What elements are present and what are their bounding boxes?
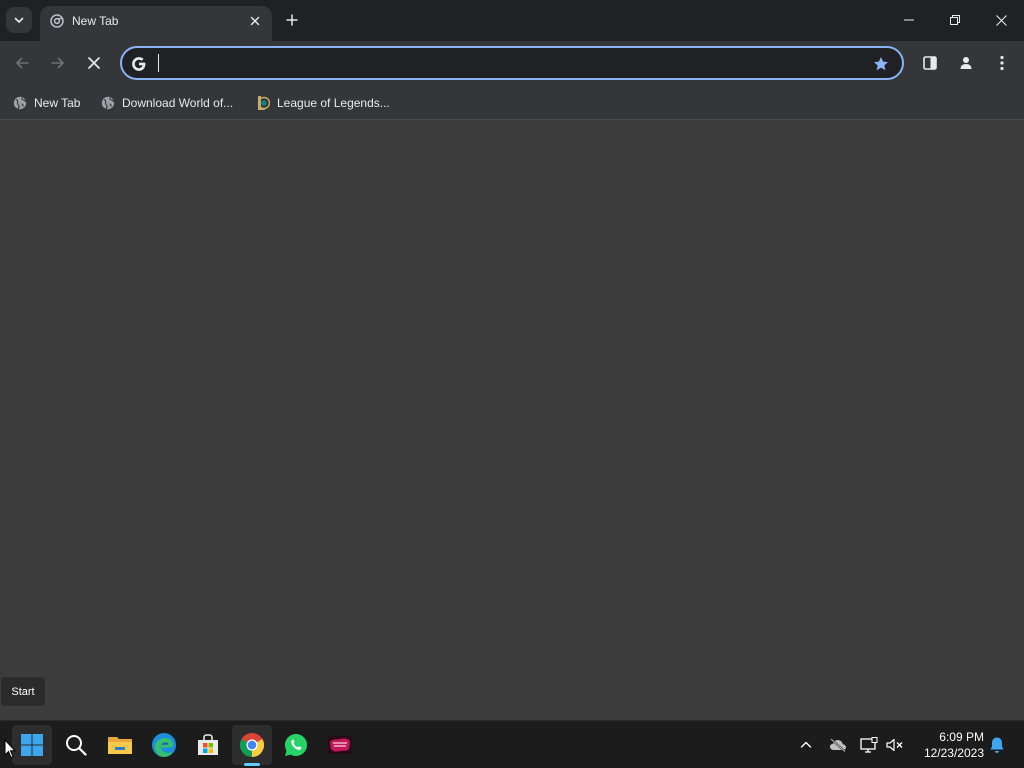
taskbar: 6:09 PM 12/23/2023 [0,720,1024,768]
side-panel-icon [923,56,937,70]
active-app-indicator [244,763,260,766]
restore-icon [950,15,960,25]
minimize-button[interactable] [886,0,932,40]
bookmark-download-world-of[interactable]: Download World of... [94,91,239,115]
league-of-legends-icon [255,95,271,111]
bookmark-label: New Tab [34,96,81,110]
new-tab-button[interactable] [280,8,304,32]
minimize-icon [904,19,914,21]
volume-tray-button[interactable] [883,733,907,757]
tab-title: New Tab [72,14,119,28]
toolbar [0,41,1024,85]
edge-button[interactable] [144,725,184,765]
mouse-cursor-icon [4,739,16,759]
text-caret [158,54,159,72]
clock-time: 6:09 PM [939,730,984,744]
chevron-down-icon [14,17,24,23]
edge-icon [152,733,176,757]
restore-button[interactable] [932,0,978,40]
network-tray-button[interactable] [857,733,881,757]
tab-search-button[interactable] [6,7,32,33]
bookmark-star-button[interactable] [870,53,892,75]
page-content [0,121,1024,720]
microsoft-store-button[interactable] [188,725,228,765]
close-icon [995,14,1007,26]
search-icon [66,735,87,756]
bookmark-label: League of Legends... [277,96,390,110]
bookmark-label: Download World of... [122,96,234,110]
volume-muted-icon [886,738,903,752]
bookmarks-bar: New Tab Download World of... League of L… [0,85,1024,120]
show-hidden-icons-button[interactable] [794,733,818,757]
arrow-right-icon [51,57,64,69]
network-icon [860,737,878,753]
tab-strip: New Tab [0,0,1024,41]
tab-close-button[interactable] [246,12,264,30]
game-app-button[interactable] [320,725,360,765]
globe-icon [100,95,116,111]
back-button[interactable] [6,47,38,79]
google-g-icon [130,55,148,73]
tab-new-tab[interactable]: New Tab [40,6,272,41]
notifications-button[interactable] [985,733,1009,757]
folder-icon [108,737,132,754]
chevron-up-icon [800,741,812,748]
taskbar-clock[interactable]: 6:09 PM 12/23/2023 [912,729,984,761]
profile-button[interactable] [950,47,982,79]
chrome-menu-button[interactable] [986,47,1018,79]
game-icon [328,736,352,754]
person-icon [960,57,972,69]
address-input[interactable] [156,52,856,74]
bookmark-league-of-legends[interactable]: League of Legends... [249,91,396,115]
start-tooltip: Start [0,676,46,707]
close-icon [250,16,260,26]
clock-date: 12/23/2023 [923,746,984,760]
whatsapp-button[interactable] [276,725,316,765]
close-window-button[interactable] [978,0,1024,40]
chrome-newtab-icon [50,14,64,28]
chrome-icon [239,733,265,757]
cloud-offline-icon [830,738,846,752]
address-bar[interactable] [120,46,904,80]
windows-logo-icon [21,734,43,756]
start-button[interactable] [12,725,52,765]
arrow-left-icon [16,57,29,69]
side-panel-button[interactable] [914,47,946,79]
bookmark-new-tab[interactable]: New Tab [6,91,86,115]
taskbar-search-button[interactable] [56,725,96,765]
kebab-menu-icon [1000,55,1004,71]
plus-icon [286,14,298,26]
close-icon [88,57,100,69]
chrome-button[interactable] [232,725,272,765]
file-explorer-button[interactable] [100,725,140,765]
star-filled-icon [874,57,888,71]
onedrive-tray-button[interactable] [826,733,850,757]
globe-icon [12,95,28,111]
bell-icon [990,737,1004,753]
stop-loading-button[interactable] [78,47,110,79]
store-icon [198,734,218,755]
forward-button[interactable] [42,47,74,79]
whatsapp-icon [285,734,307,756]
